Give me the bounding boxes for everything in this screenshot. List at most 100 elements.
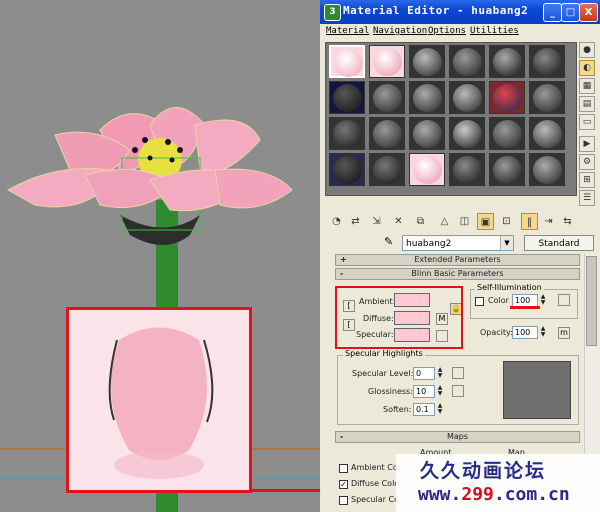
material-name-row: ✎ huabang2 ▼ Standard xyxy=(320,235,600,253)
material-toolbar: ◔ ⇄ ⇲ ✕ ⧉ △ ◫ ▣ ⊡ ‖ ⇥ ⇆ xyxy=(328,213,593,233)
material-slot-active[interactable] xyxy=(329,45,365,78)
scrollbar-thumb[interactable] xyxy=(586,256,597,346)
material-slot[interactable] xyxy=(449,117,485,150)
material-slot[interactable] xyxy=(529,45,565,78)
options-icon[interactable]: ⚙ xyxy=(579,154,595,170)
pick-material-icon[interactable]: ✎ xyxy=(384,235,393,248)
soften-field[interactable]: 0.1 xyxy=(413,403,435,416)
watermark-title: 久久动画论坛 xyxy=(420,460,547,482)
material-slot[interactable] xyxy=(529,81,565,114)
self-illum-spinner[interactable]: ▲ ▼ xyxy=(539,294,547,307)
opacity-label: Opacity: xyxy=(480,328,513,337)
sample-type-icon[interactable]: ● xyxy=(579,42,595,58)
material-slot[interactable] xyxy=(489,81,525,114)
make-copy-icon[interactable]: ⧉ xyxy=(412,213,429,230)
panel-scrollbar[interactable] xyxy=(584,254,599,454)
self-illum-color-label: Color xyxy=(488,296,509,305)
diffuse-map-label: Diffuse Colo xyxy=(351,479,400,488)
specular-level-label: Specular Level: xyxy=(352,369,414,378)
chevron-down-icon[interactable]: ▼ xyxy=(500,236,513,250)
material-slot[interactable] xyxy=(409,81,445,114)
soften-label: Soften: xyxy=(383,405,412,414)
opacity-spinner[interactable]: ▲ ▼ xyxy=(539,326,547,339)
material-slot[interactable] xyxy=(369,45,405,78)
close-button[interactable]: X xyxy=(579,3,598,22)
petal xyxy=(194,119,261,173)
specular-level-field[interactable]: 0 xyxy=(413,367,435,380)
material-slot[interactable] xyxy=(329,81,365,114)
material-slot[interactable] xyxy=(449,45,485,78)
reset-icon[interactable]: ✕ xyxy=(390,213,407,230)
material-slot[interactable] xyxy=(529,153,565,186)
material-type-button[interactable]: Standard xyxy=(524,235,594,251)
select-by-material-icon[interactable]: ⊞ xyxy=(579,172,595,188)
backlight-icon[interactable]: ◐ xyxy=(579,60,595,76)
forum-watermark: 久久动画论坛 www.299.com.cn xyxy=(396,454,600,512)
specular-map-checkbox[interactable] xyxy=(339,496,348,505)
material-slot[interactable] xyxy=(369,81,405,114)
material-slot[interactable] xyxy=(489,153,525,186)
assign-material-icon[interactable]: ⇲ xyxy=(368,213,385,230)
material-slot[interactable] xyxy=(369,117,405,150)
minimize-button[interactable]: _ xyxy=(543,3,562,22)
material-slot[interactable] xyxy=(409,117,445,150)
put-to-library-icon[interactable]: △ xyxy=(436,213,453,230)
self-illum-color-checkbox[interactable] xyxy=(475,297,484,306)
rollout-maps[interactable]: - Maps xyxy=(335,431,580,443)
material-slot[interactable] xyxy=(329,153,365,186)
video-check-icon[interactable]: ▭ xyxy=(579,114,595,130)
sibling-icon[interactable]: ⇆ xyxy=(559,213,576,230)
glossiness-spinner[interactable]: ▲ ▼ xyxy=(436,385,444,398)
diffuse-map-checkbox[interactable]: ✓ xyxy=(339,480,348,489)
ambient-map-checkbox[interactable] xyxy=(339,464,348,473)
glossiness-map-button[interactable] xyxy=(452,385,464,397)
watermark-url: www.299.com.cn xyxy=(418,484,570,505)
rollout-extended-parameters[interactable]: + Extended Parameters xyxy=(335,254,580,266)
maximize-button[interactable]: □ xyxy=(561,3,580,22)
material-slot[interactable] xyxy=(529,117,565,150)
soften-spinner[interactable]: ▲ ▼ xyxy=(436,403,444,416)
material-slot[interactable] xyxy=(449,81,485,114)
material-slot[interactable] xyxy=(489,45,525,78)
specular-highlights-title: Specular Highlights xyxy=(343,349,425,358)
menu-material[interactable]: Material xyxy=(326,26,369,36)
background-icon[interactable]: ▦ xyxy=(579,78,595,94)
make-preview-icon[interactable]: ▶ xyxy=(579,136,595,152)
glossiness-label: Glossiness: xyxy=(368,387,413,396)
self-illum-map-button[interactable] xyxy=(558,294,570,306)
color-params-highlight xyxy=(335,286,463,349)
glossiness-field[interactable]: 10 xyxy=(413,385,435,398)
specular-level-map-button[interactable] xyxy=(452,367,464,379)
specular-level-spinner[interactable]: ▲ ▼ xyxy=(436,367,444,380)
material-effects-icon[interactable]: ◫ xyxy=(456,213,473,230)
material-slot[interactable] xyxy=(329,117,365,150)
menu-navigation[interactable]: Navigation xyxy=(373,26,427,36)
material-slots-grid xyxy=(325,42,577,196)
put-to-scene-icon[interactable]: ⇄ xyxy=(347,213,364,230)
window-title: Material Editor - huabang2 xyxy=(343,4,529,17)
petal-texture-preview xyxy=(108,327,214,479)
menu-options[interactable]: Options xyxy=(428,26,466,36)
opacity-value-field[interactable]: 100 xyxy=(512,326,538,339)
texture-highlight-box xyxy=(66,307,252,493)
menu-utilities[interactable]: Utilities xyxy=(470,26,519,36)
material-name-field[interactable]: huabang2 ▼ xyxy=(402,235,514,251)
material-slot[interactable] xyxy=(409,45,445,78)
go-forward-icon[interactable]: ⇥ xyxy=(540,213,557,230)
show-end-result-icon[interactable]: ⊡ xyxy=(498,213,515,230)
specular-map-label: Specular Co xyxy=(351,495,399,504)
go-to-parent-icon[interactable]: ‖ xyxy=(521,213,538,230)
material-slot[interactable] xyxy=(489,117,525,150)
title-bar[interactable]: 3 Material Editor - huabang2 _ □ X xyxy=(320,0,600,24)
material-slot[interactable] xyxy=(409,153,445,186)
material-slot[interactable] xyxy=(369,153,405,186)
rollout-blinn-basic-parameters[interactable]: - Blinn Basic Parameters xyxy=(335,268,580,280)
material-slot[interactable] xyxy=(449,153,485,186)
menu-bar: Material Navigation Options Utilities xyxy=(320,24,600,40)
show-map-icon[interactable]: ▣ xyxy=(477,213,494,230)
uv-tiling-icon[interactable]: ▤ xyxy=(579,96,595,112)
get-material-icon[interactable]: ◔ xyxy=(328,213,345,230)
opacity-map-button[interactable]: m xyxy=(558,327,570,339)
material-navigator-icon[interactable]: ☰ xyxy=(579,190,595,206)
value-underline-highlight xyxy=(510,306,540,309)
